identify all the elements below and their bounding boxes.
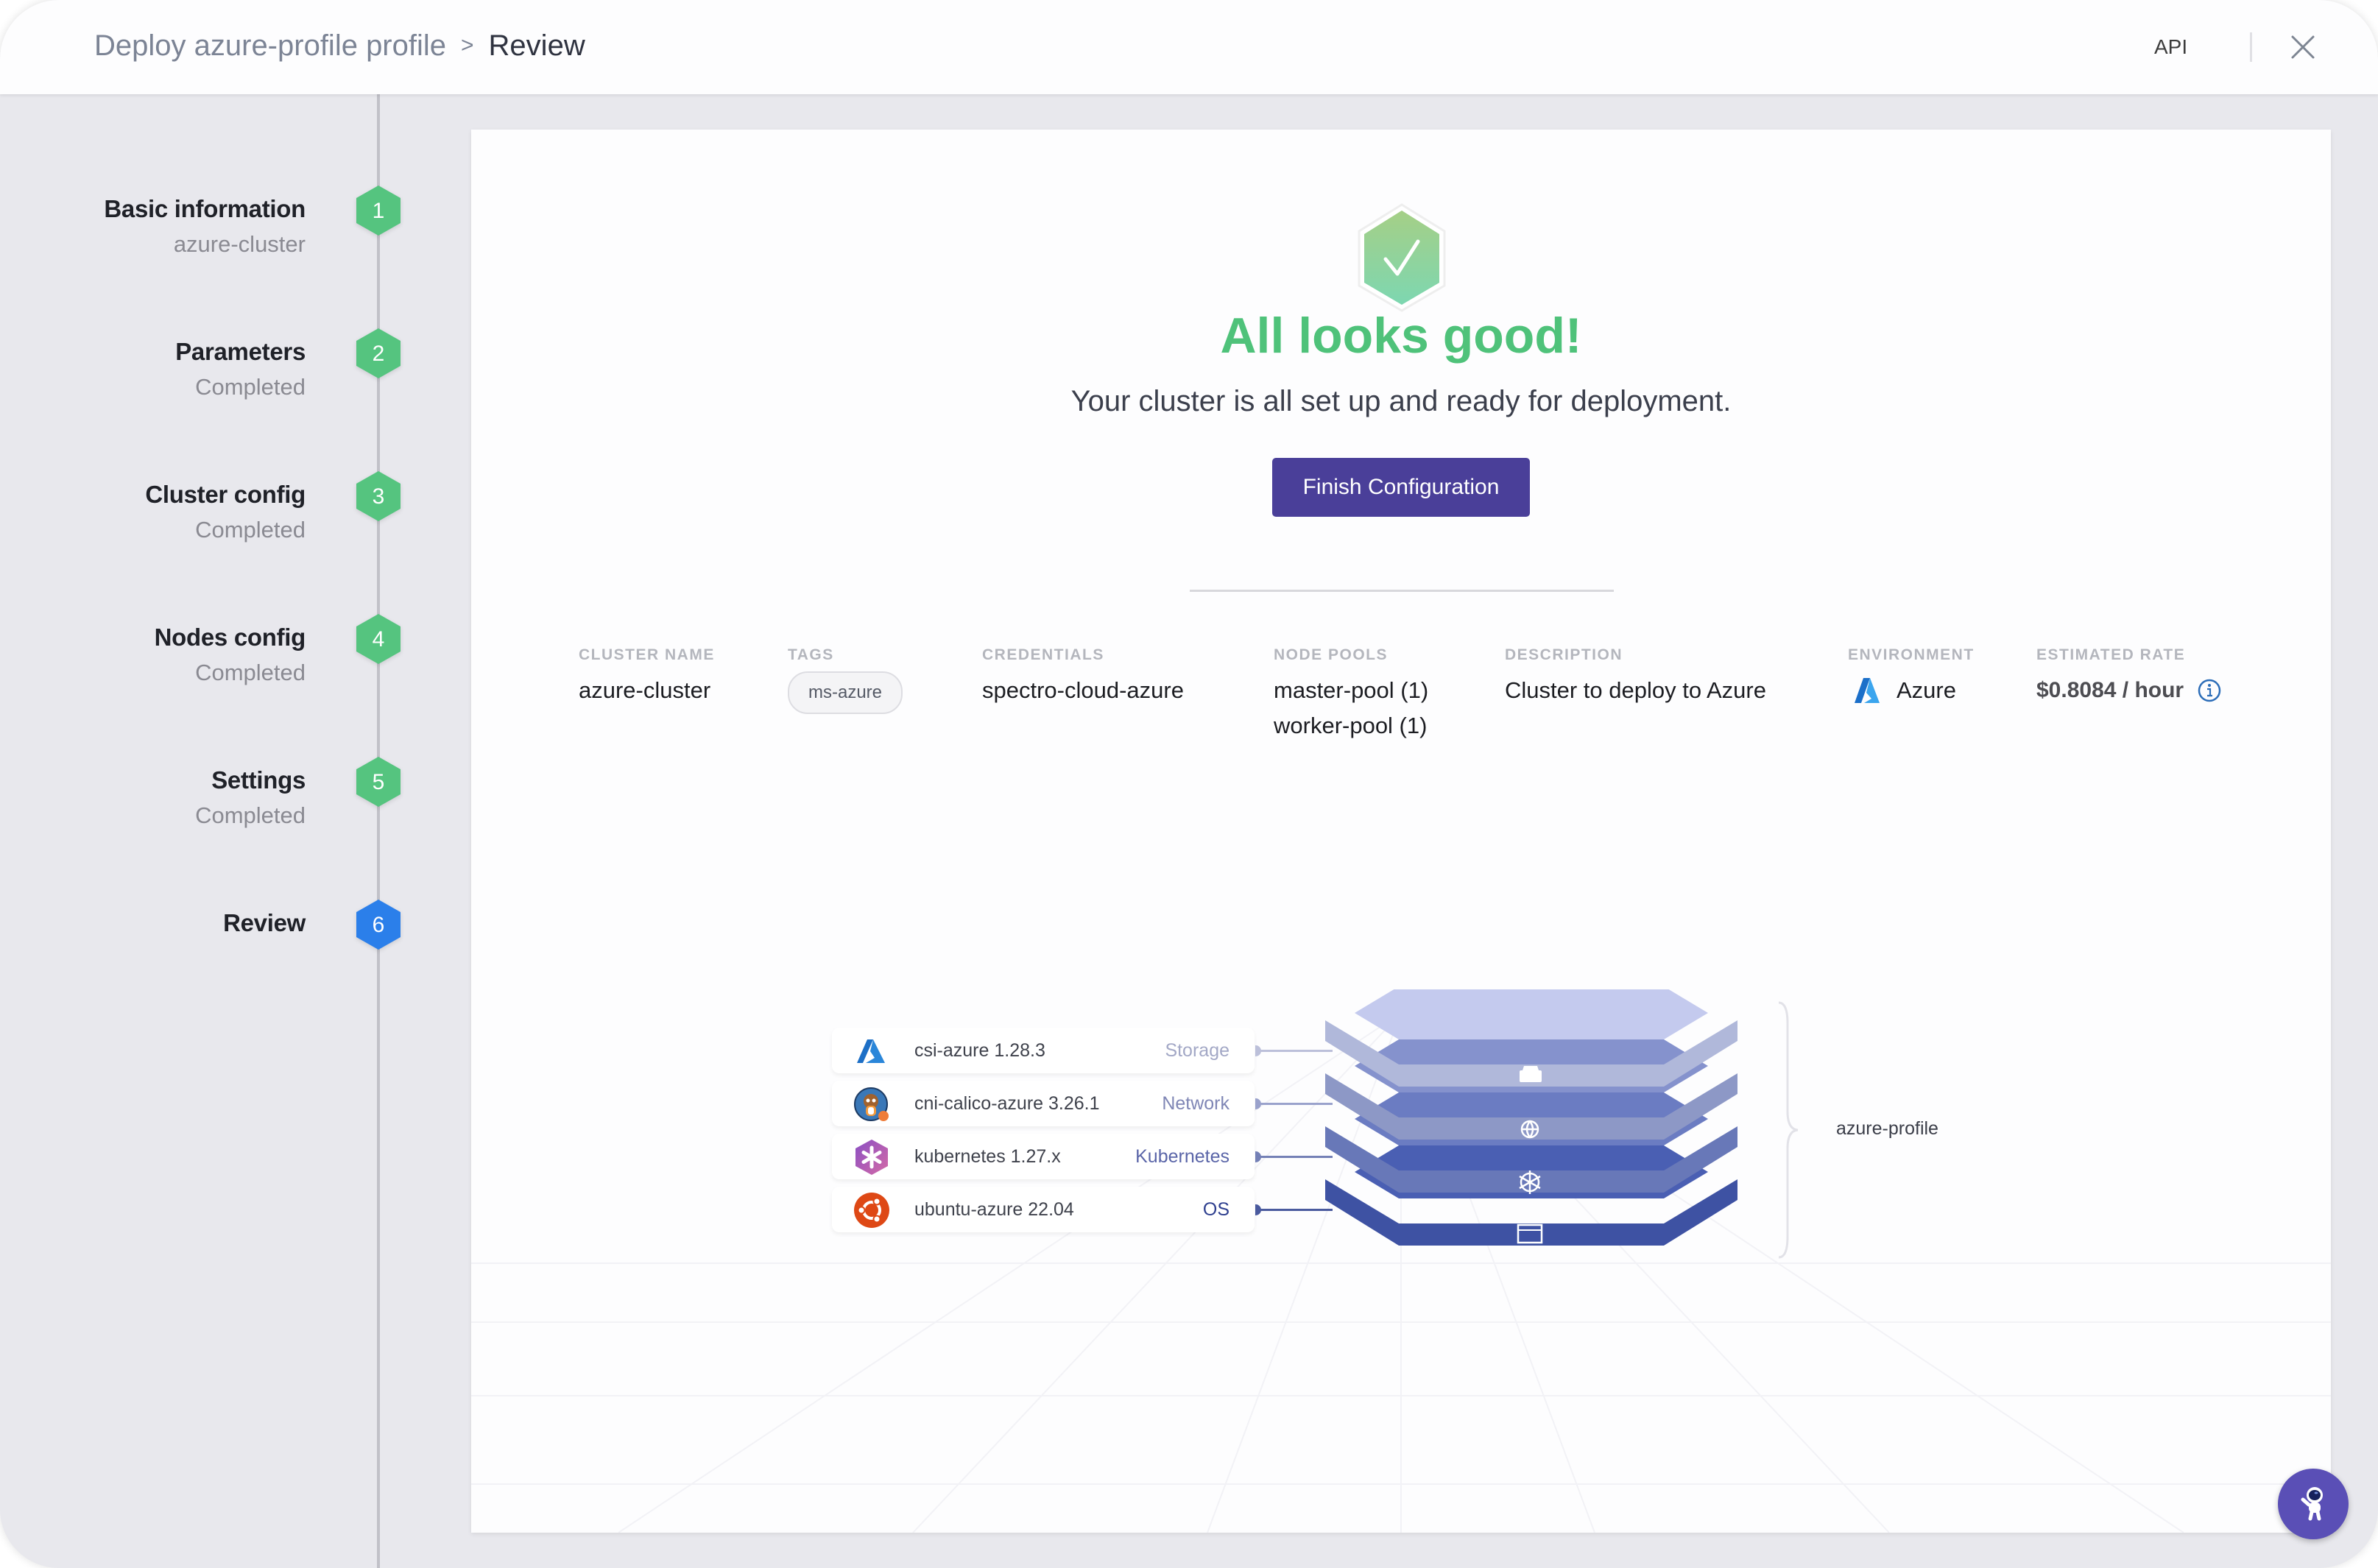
cluster-name-value: azure-cluster	[579, 677, 711, 703]
layer-connector	[1255, 1045, 1333, 1056]
layer-type: Network	[1162, 1093, 1229, 1114]
profile-stack-illustration	[1325, 989, 1737, 1262]
layer-row-storage[interactable]: csi-azure 1.28.3 Storage	[832, 1028, 1255, 1073]
info-icon[interactable]	[2197, 678, 2222, 703]
ubuntu-icon	[853, 1191, 891, 1229]
close-button[interactable]	[2287, 31, 2319, 63]
step-subtitle: azure-cluster	[173, 231, 306, 257]
layer-connector	[1255, 1204, 1333, 1215]
estimated-rate-value: $0.8084 / hour	[2036, 678, 2184, 702]
layer-name: cni-calico-azure 3.26.1	[914, 1093, 1100, 1114]
description-field: DESCRIPTION Cluster to deploy to Azure	[1505, 645, 1766, 708]
step-subtitle: Completed	[195, 517, 306, 543]
tags-label: TAGS	[788, 646, 834, 663]
estimated-rate-field: ESTIMATED RATE $0.8084 / hour	[2036, 645, 2222, 708]
environment-label: ENVIRONMENT	[1848, 646, 1975, 663]
cluster-name-label: CLUSTER NAME	[579, 646, 715, 663]
header-divider	[2250, 32, 2252, 62]
node-pool-item: master-pool (1)	[1274, 677, 1429, 703]
environment-value: Azure	[1897, 677, 1956, 703]
breadcrumb: Deploy azure-profile profile > Review	[94, 27, 585, 65]
cluster-name-field: CLUSTER NAME azure-cluster	[579, 645, 715, 708]
step-title: Parameters	[175, 338, 306, 365]
step-number: 2	[373, 342, 385, 366]
layer-row-os[interactable]: ubuntu-azure 22.04 OS	[832, 1187, 1255, 1232]
breadcrumb-parent[interactable]: Deploy azure-profile profile	[94, 27, 446, 65]
layer-name: ubuntu-azure 22.04	[914, 1199, 1074, 1220]
help-assistant-button[interactable]	[2278, 1469, 2349, 1539]
step-number: 3	[373, 484, 385, 509]
step-subtitle: Completed	[195, 802, 306, 828]
layer-row-kubernetes[interactable]: kubernetes 1.27.x Kubernetes	[832, 1134, 1255, 1179]
tags-field: TAGS ms-azure	[788, 645, 903, 714]
step-cluster-config[interactable]: Cluster config Completed 3	[0, 471, 442, 567]
api-button[interactable]: API	[2154, 32, 2187, 62]
stack-layer-storage	[1325, 989, 1737, 1087]
layer-type: Storage	[1165, 1040, 1229, 1061]
step-basic-information[interactable]: Basic information azure-cluster 1	[0, 186, 442, 281]
credentials-label: CREDENTIALS	[982, 646, 1104, 663]
profile-name: azure-profile	[1836, 1118, 1938, 1139]
calico-icon	[853, 1085, 891, 1123]
layer-connector	[1255, 1151, 1333, 1162]
success-title: All looks good!	[1220, 308, 1582, 364]
step-badge: 2	[355, 327, 402, 380]
step-badge: 3	[355, 470, 402, 523]
credentials-field: CREDENTIALS spectro-cloud-azure	[982, 645, 1184, 708]
kubernetes-hex-icon	[853, 1138, 891, 1176]
step-number: 1	[373, 199, 385, 223]
breadcrumb-current: Review	[488, 29, 585, 62]
step-title: Nodes config	[154, 624, 306, 651]
step-subtitle: Completed	[195, 374, 306, 400]
close-icon	[2291, 35, 2315, 59]
azure-logo-icon	[1848, 677, 1897, 704]
app-window: Deploy azure-profile profile > Review AP…	[0, 0, 2378, 1568]
step-title: Cluster config	[145, 481, 306, 508]
description-value: Cluster to deploy to Azure	[1505, 677, 1766, 703]
layer-connector	[1255, 1098, 1333, 1109]
node-pools-label: NODE POOLS	[1274, 646, 1389, 663]
step-parameters[interactable]: Parameters Completed 2	[0, 328, 442, 424]
description-label: DESCRIPTION	[1505, 646, 1623, 663]
astronaut-icon	[2301, 1487, 2323, 1521]
success-subtitle: Your cluster is all set up and ready for…	[1070, 385, 1732, 417]
step-badge: 4	[355, 612, 402, 665]
credentials-value: spectro-cloud-azure	[982, 677, 1184, 703]
step-number: 5	[373, 770, 385, 794]
breadcrumb-separator: >	[461, 33, 474, 57]
layer-name: kubernetes 1.27.x	[914, 1146, 1061, 1167]
node-pool-item: worker-pool (1)	[1274, 713, 1428, 738]
step-number: 6	[373, 913, 385, 937]
layer-type: Kubernetes	[1135, 1146, 1229, 1167]
step-settings[interactable]: Settings Completed 5	[0, 757, 442, 852]
azure-icon	[853, 1032, 891, 1070]
layer-row-network[interactable]: cni-calico-azure 3.26.1 Network	[832, 1081, 1255, 1126]
estimated-rate-label: ESTIMATED RATE	[2036, 646, 2186, 663]
stack-layer-network	[1325, 1039, 1737, 1140]
node-pools-field: NODE POOLS master-pool (1) worker-pool (…	[1274, 645, 1428, 744]
step-badge: 5	[355, 755, 402, 808]
step-badge: 1	[355, 184, 402, 237]
layer-type: OS	[1202, 1199, 1229, 1220]
finish-configuration-button[interactable]: Finish Configuration	[1272, 458, 1530, 517]
page-header: Deploy azure-profile profile > Review AP…	[0, 0, 2378, 94]
step-number: 4	[373, 627, 385, 651]
tag-chip: ms-azure	[788, 671, 903, 714]
success-check-icon	[1356, 203, 1447, 312]
environment-field: ENVIRONMENT Azure	[1848, 645, 1975, 708]
step-badge-active: 6	[355, 898, 402, 951]
profile-brace	[1776, 1001, 1805, 1259]
step-subtitle: Completed	[195, 660, 306, 685]
layer-name: csi-azure 1.28.3	[914, 1040, 1045, 1061]
step-review[interactable]: Review 6	[0, 900, 442, 995]
stack-layer-os	[1325, 1145, 1737, 1246]
section-divider	[1190, 590, 1614, 592]
step-title: Review	[223, 909, 306, 936]
review-card: All looks good! Your cluster is all set …	[471, 130, 2331, 1533]
step-title: Basic information	[104, 195, 306, 222]
stack-layer-kubernetes	[1325, 1092, 1737, 1194]
step-title: Settings	[211, 766, 306, 794]
step-nodes-config[interactable]: Nodes config Completed 4	[0, 614, 442, 710]
